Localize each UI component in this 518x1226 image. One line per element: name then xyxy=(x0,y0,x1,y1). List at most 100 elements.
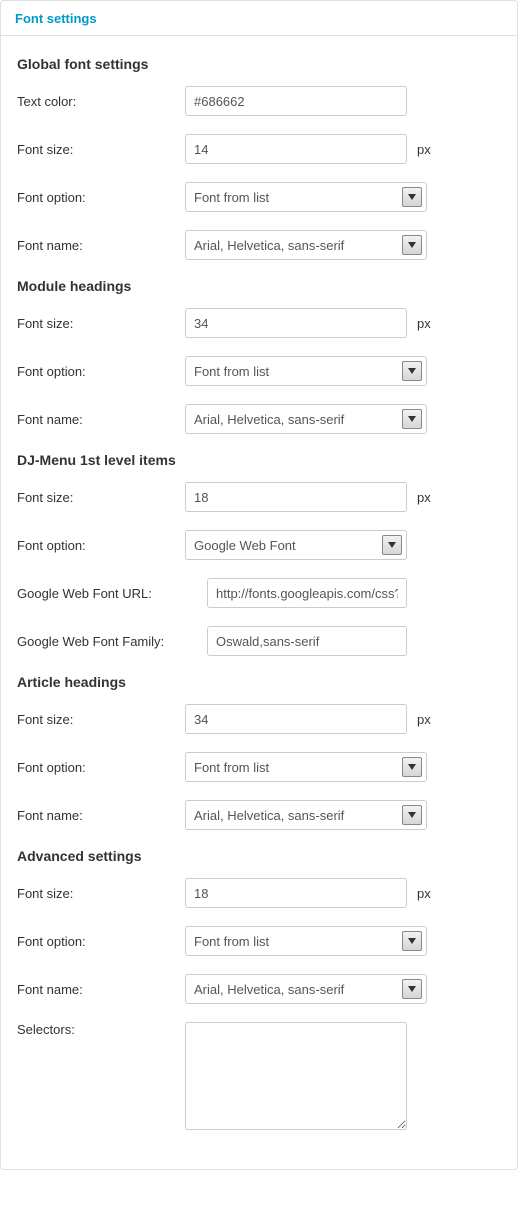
advanced-selectors-label: Selectors: xyxy=(17,1022,185,1037)
global-font-option-value: Font from list xyxy=(186,190,402,205)
djmenu-font-option-row: Font option: Google Web Font xyxy=(17,530,501,560)
global-font-size-suffix: px xyxy=(417,142,431,157)
djmenu-font-size-suffix: px xyxy=(417,490,431,505)
module-font-option-label: Font option: xyxy=(17,364,185,379)
advanced-font-name-label: Font name: xyxy=(17,982,185,997)
article-font-size-suffix: px xyxy=(417,712,431,727)
panel-title: Font settings xyxy=(1,1,517,36)
advanced-font-size-row: Font size: px xyxy=(17,878,501,908)
global-text-color-row: Text color: xyxy=(17,86,501,116)
global-font-name-label: Font name: xyxy=(17,238,185,253)
advanced-font-option-row: Font option: Font from list xyxy=(17,926,501,956)
advanced-selectors-row: Selectors: xyxy=(17,1022,501,1133)
article-font-option-select[interactable]: Font from list xyxy=(185,752,427,782)
global-font-option-label: Font option: xyxy=(17,190,185,205)
global-font-size-control xyxy=(185,134,407,164)
chevron-down-icon xyxy=(402,757,422,777)
djmenu-gwf-url-row: Google Web Font URL: xyxy=(17,578,501,608)
djmenu-font-size-label: Font size: xyxy=(17,490,185,505)
chevron-down-icon xyxy=(402,979,422,999)
advanced-selectors-control xyxy=(185,1022,407,1133)
article-font-name-select[interactable]: Arial, Helvetica, sans-serif xyxy=(185,800,427,830)
advanced-font-option-value: Font from list xyxy=(186,934,402,949)
global-font-name-value: Arial, Helvetica, sans-serif xyxy=(186,238,402,253)
global-font-size-input[interactable] xyxy=(185,134,407,164)
global-font-name-control: Arial, Helvetica, sans-serif xyxy=(185,230,427,260)
module-font-option-value: Font from list xyxy=(186,364,402,379)
font-settings-panel: Font settings Global font settings Text … xyxy=(0,0,518,1170)
article-font-option-value: Font from list xyxy=(186,760,402,775)
module-font-size-input[interactable] xyxy=(185,308,407,338)
chevron-down-icon xyxy=(402,235,422,255)
module-font-size-row: Font size: px xyxy=(17,308,501,338)
global-font-option-control: Font from list xyxy=(185,182,427,212)
djmenu-font-size-row: Font size: px xyxy=(17,482,501,512)
chevron-down-icon xyxy=(402,805,422,825)
article-font-name-control: Arial, Helvetica, sans-serif xyxy=(185,800,427,830)
global-font-size-label: Font size: xyxy=(17,142,185,157)
module-font-name-control: Arial, Helvetica, sans-serif xyxy=(185,404,427,434)
section-advanced-title: Advanced settings xyxy=(17,848,501,864)
article-font-size-label: Font size: xyxy=(17,712,185,727)
article-font-name-row: Font name: Arial, Helvetica, sans-serif xyxy=(17,800,501,830)
djmenu-gwf-family-row: Google Web Font Family: xyxy=(17,626,501,656)
djmenu-font-option-select[interactable]: Google Web Font xyxy=(185,530,407,560)
djmenu-gwf-url-label: Google Web Font URL: xyxy=(17,586,207,601)
djmenu-gwf-url-control xyxy=(207,578,407,608)
section-global-title: Global font settings xyxy=(17,56,501,72)
article-font-option-control: Font from list xyxy=(185,752,427,782)
global-font-size-row: Font size: px xyxy=(17,134,501,164)
module-font-name-value: Arial, Helvetica, sans-serif xyxy=(186,412,402,427)
djmenu-gwf-family-control xyxy=(207,626,407,656)
advanced-font-size-input[interactable] xyxy=(185,878,407,908)
djmenu-font-size-control xyxy=(185,482,407,512)
section-djmenu-title: DJ-Menu 1st level items xyxy=(17,452,501,468)
advanced-font-size-suffix: px xyxy=(417,886,431,901)
advanced-font-size-label: Font size: xyxy=(17,886,185,901)
module-font-name-label: Font name: xyxy=(17,412,185,427)
djmenu-font-option-value: Google Web Font xyxy=(186,538,382,553)
djmenu-font-option-control: Google Web Font xyxy=(185,530,407,560)
advanced-font-option-label: Font option: xyxy=(17,934,185,949)
article-font-option-row: Font option: Font from list xyxy=(17,752,501,782)
module-font-size-label: Font size: xyxy=(17,316,185,331)
module-font-option-select[interactable]: Font from list xyxy=(185,356,427,386)
global-font-option-select[interactable]: Font from list xyxy=(185,182,427,212)
djmenu-gwf-family-input[interactable] xyxy=(207,626,407,656)
djmenu-font-size-input[interactable] xyxy=(185,482,407,512)
global-font-name-select[interactable]: Arial, Helvetica, sans-serif xyxy=(185,230,427,260)
advanced-font-option-control: Font from list xyxy=(185,926,427,956)
global-text-color-label: Text color: xyxy=(17,94,185,109)
article-font-name-value: Arial, Helvetica, sans-serif xyxy=(186,808,402,823)
article-font-size-row: Font size: px xyxy=(17,704,501,734)
global-text-color-control xyxy=(185,86,407,116)
module-font-option-row: Font option: Font from list xyxy=(17,356,501,386)
module-font-size-suffix: px xyxy=(417,316,431,331)
section-article-title: Article headings xyxy=(17,674,501,690)
module-font-size-control xyxy=(185,308,407,338)
chevron-down-icon xyxy=(402,361,422,381)
module-font-option-control: Font from list xyxy=(185,356,427,386)
article-font-size-input[interactable] xyxy=(185,704,407,734)
panel-body: Global font settings Text color: Font si… xyxy=(1,36,517,1169)
module-font-name-row: Font name: Arial, Helvetica, sans-serif xyxy=(17,404,501,434)
article-font-name-label: Font name: xyxy=(17,808,185,823)
chevron-down-icon xyxy=(402,931,422,951)
advanced-selectors-textarea[interactable] xyxy=(185,1022,407,1130)
advanced-font-name-select[interactable]: Arial, Helvetica, sans-serif xyxy=(185,974,427,1004)
global-font-option-row: Font option: Font from list xyxy=(17,182,501,212)
chevron-down-icon xyxy=(402,409,422,429)
chevron-down-icon xyxy=(402,187,422,207)
chevron-down-icon xyxy=(382,535,402,555)
article-font-size-control xyxy=(185,704,407,734)
article-font-option-label: Font option: xyxy=(17,760,185,775)
advanced-font-name-value: Arial, Helvetica, sans-serif xyxy=(186,982,402,997)
global-text-color-input[interactable] xyxy=(185,86,407,116)
module-font-name-select[interactable]: Arial, Helvetica, sans-serif xyxy=(185,404,427,434)
djmenu-gwf-url-input[interactable] xyxy=(207,578,407,608)
advanced-font-name-row: Font name: Arial, Helvetica, sans-serif xyxy=(17,974,501,1004)
advanced-font-name-control: Arial, Helvetica, sans-serif xyxy=(185,974,427,1004)
section-module-title: Module headings xyxy=(17,278,501,294)
global-font-name-row: Font name: Arial, Helvetica, sans-serif xyxy=(17,230,501,260)
advanced-font-option-select[interactable]: Font from list xyxy=(185,926,427,956)
